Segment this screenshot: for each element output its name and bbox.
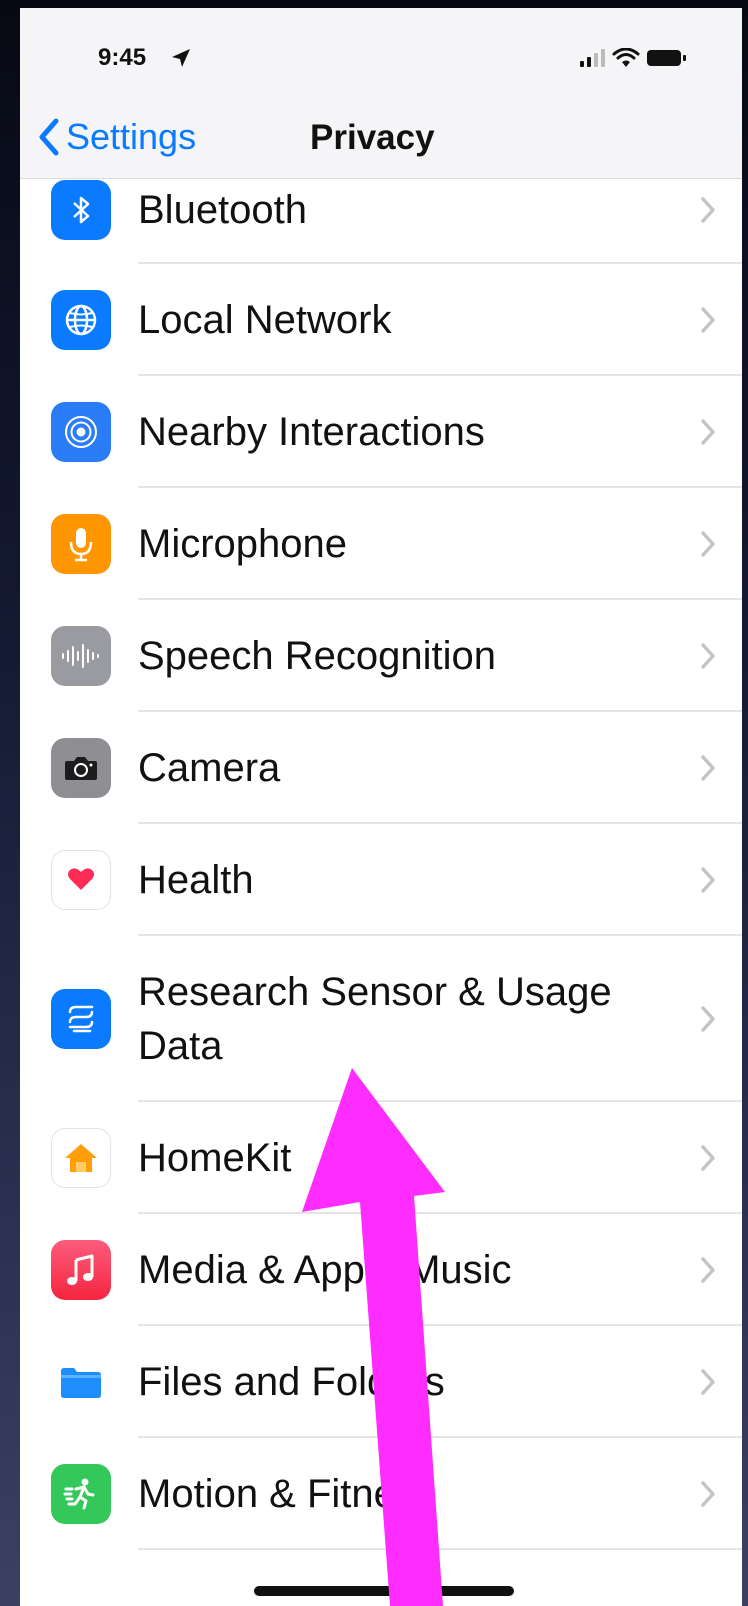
pink-annotation-arrow (302, 1068, 445, 1606)
